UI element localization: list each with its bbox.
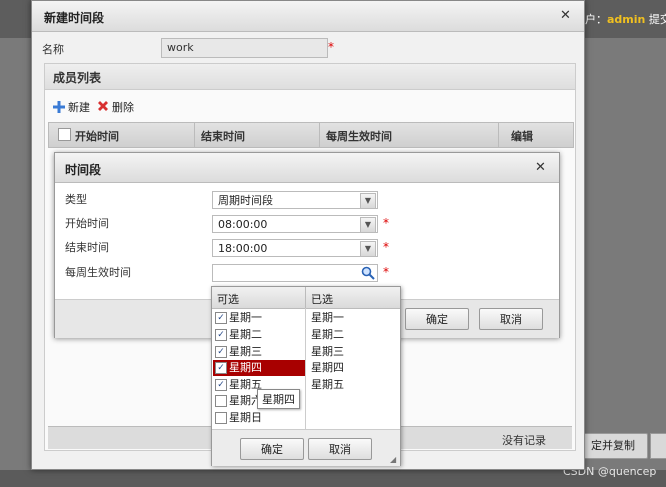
selected-header-label: 已选 [311,293,333,306]
select-all-checkbox[interactable] [58,128,71,141]
available-header-label: 可选 [217,293,239,306]
available-item-tuesday[interactable]: ✓ 星期二 [213,327,305,343]
delete-button[interactable]: 删除 [97,99,134,115]
close-icon[interactable]: ✕ [560,8,571,23]
dialog-title: 新建时间段 [44,11,105,25]
submit-link[interactable]: 提交 [645,13,666,26]
user-prefix: 户： [585,13,607,26]
available-item-monday[interactable]: ✓ 星期一 [213,310,305,326]
column-divider [498,123,499,147]
username[interactable]: admin [607,13,645,26]
member-list-header: 成员列表 [45,64,575,90]
grid-header: 开始时间 结束时间 每周生效时间 编辑 [48,122,574,148]
weekly-time-input[interactable] [212,264,378,282]
cancel-button[interactable]: 取消 [479,308,543,330]
required-mark: * [383,265,389,279]
picker-footer: 确定 取消 [212,429,400,466]
required-mark: * [328,40,334,54]
picker-cancel-button[interactable]: 取消 [308,438,372,460]
close-icon[interactable]: ✕ [535,160,546,175]
end-time-select[interactable]: 18:00:00 ▼ [212,239,378,257]
item-label: 星期三 [229,345,262,358]
new-label: 新建 [68,101,90,114]
item-label: 星期一 [229,311,262,324]
checkbox[interactable]: ✓ [215,362,227,374]
column-divider [194,123,195,147]
checkbox[interactable]: ✓ [215,346,227,358]
name-label: 名称 [42,43,64,56]
inner-dialog-title-bar[interactable]: 时间段 ✕ [55,153,559,183]
chevron-down-icon[interactable]: ▼ [360,193,376,209]
chevron-down-icon[interactable]: ▼ [360,241,376,257]
available-item-thursday[interactable]: ✓ 星期四 [213,360,305,376]
ok-button[interactable]: 确定 [405,308,469,330]
type-select[interactable]: 周期时间段 ▼ [212,191,378,209]
weekly-time-label: 每周生效时间 [65,266,131,279]
inner-dialog-title: 时间段 [65,163,102,177]
name-input[interactable]: work [161,38,328,58]
member-list-title: 成员列表 [53,71,102,85]
start-time-label: 开始时间 [65,217,109,230]
new-button[interactable]: 新建 [53,99,90,115]
item-label: 星期四 [229,361,262,374]
selected-item[interactable]: 星期二 [311,327,344,343]
search-icon[interactable] [361,266,375,280]
selected-item[interactable]: 星期三 [311,344,344,360]
weekday-picker: 可选 已选 ✓ 星期一 ✓ 星期二 ✓ 星期三 ✓ 星期四 ✓ 星期五 星期六 星期日 星… [211,286,401,466]
resize-grip-icon[interactable]: ◢ [390,455,396,464]
required-mark: * [383,216,389,230]
column-edit[interactable]: 编辑 [511,128,533,144]
checkbox[interactable] [215,395,227,407]
selected-item[interactable]: 星期四 [311,360,344,376]
item-label: 星期二 [229,328,262,341]
start-time-select[interactable]: 08:00:00 ▼ [212,215,378,233]
selected-item[interactable]: 星期五 [311,377,344,393]
end-time-label: 结束时间 [65,241,109,254]
checkbox[interactable]: ✓ [215,379,227,391]
current-user-info: 户：admin 提交 [585,11,666,27]
no-record-text: 没有记录 [502,434,546,447]
selected-header: 已选 [306,287,400,309]
delete-label: 删除 [112,101,134,114]
type-label: 类型 [65,193,87,206]
column-start-time[interactable]: 开始时间 [75,128,119,144]
available-header: 可选 [212,287,306,309]
column-weekly-time[interactable]: 每周生效时间 [326,128,392,144]
dialog-title-bar[interactable]: 新建时间段 ✕ [32,1,584,32]
checkbox[interactable]: ✓ [215,312,227,324]
checkbox[interactable] [215,412,227,424]
column-divider [319,123,320,147]
available-item-sunday[interactable]: 星期日 [213,410,305,426]
column-end-time[interactable]: 结束时间 [201,128,245,144]
chevron-down-icon[interactable]: ▼ [360,217,376,233]
start-time-value: 08:00:00 [218,218,268,231]
picker-ok-button[interactable]: 确定 [240,438,304,460]
delete-icon [98,101,108,111]
checkbox[interactable]: ✓ [215,329,227,341]
item-label: 星期日 [229,411,262,424]
confirm-and-copy-button[interactable]: 定并复制 [578,433,648,459]
available-item-wednesday[interactable]: ✓ 星期三 [213,344,305,360]
selected-item[interactable]: 星期一 [311,310,344,326]
tooltip: 星期四 [257,389,300,409]
type-value: 周期时间段 [218,194,273,207]
background-button[interactable] [650,433,666,459]
end-time-value: 18:00:00 [218,242,268,255]
column-divider [305,308,306,429]
required-mark: * [383,240,389,254]
add-icon [53,101,65,113]
